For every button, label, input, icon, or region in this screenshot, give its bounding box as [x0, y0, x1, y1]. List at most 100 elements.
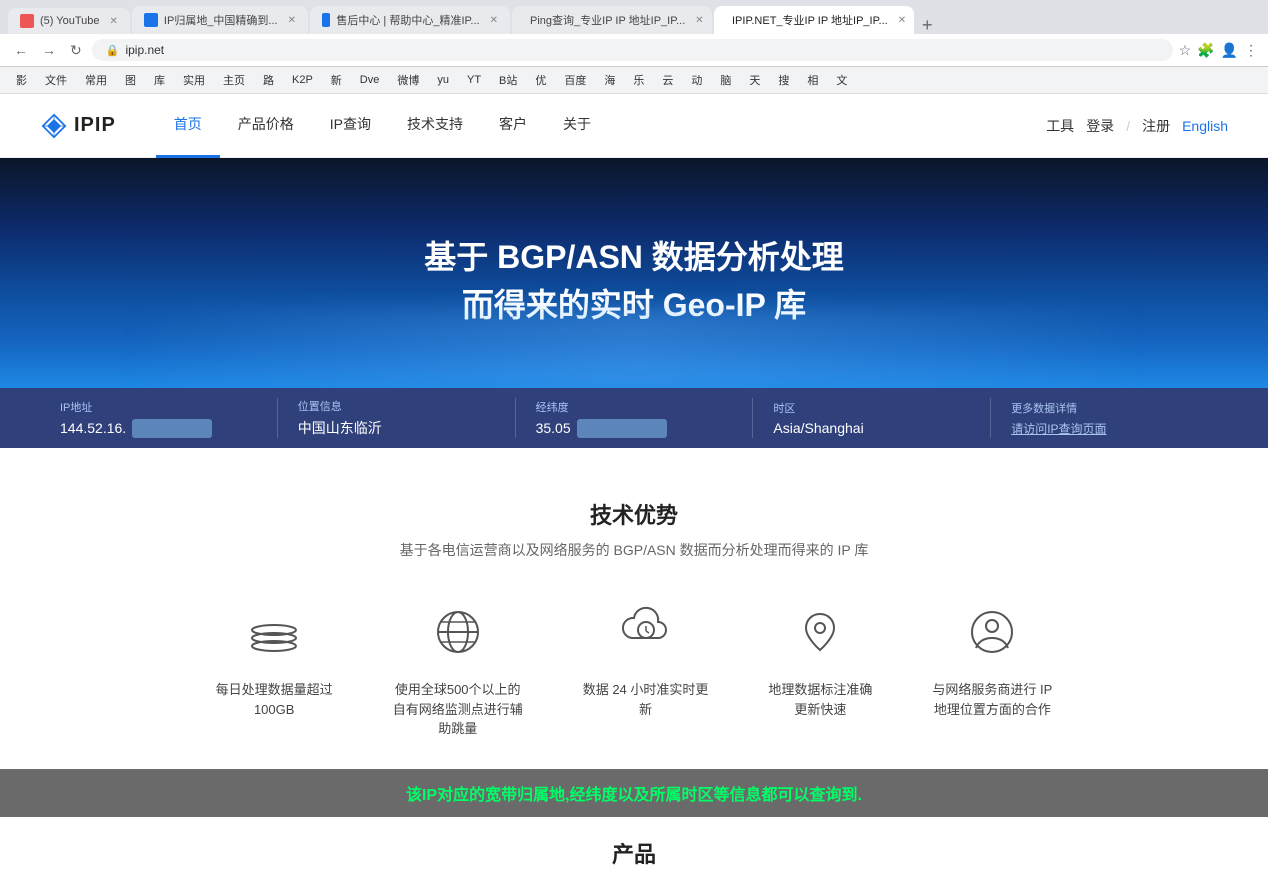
products-title: 产品 [20, 837, 1248, 869]
bookmark-you[interactable]: 优 [529, 70, 552, 90]
bookmark-zhu[interactable]: 主页 [217, 70, 251, 90]
tab-4[interactable]: Ping查询_专业IP IP 地址IP_IP... ✕ [512, 6, 712, 34]
reload-button[interactable]: ↻ [66, 40, 86, 61]
ip-label-coords: 经纬度 [536, 399, 733, 415]
back-button[interactable]: ← [10, 40, 32, 60]
nav-about[interactable]: 关于 [545, 94, 609, 158]
nav-right: 工具 登录 / 注册 English [1046, 116, 1228, 136]
tab-close[interactable]: ✕ [288, 15, 296, 26]
ip-field-coords: 经纬度 35.05 [536, 399, 733, 438]
extensions-btn[interactable]: 🧩 [1197, 42, 1214, 59]
nav-ip-query[interactable]: IP查询 [312, 94, 389, 158]
ip-address-input[interactable] [132, 419, 212, 438]
bookmark-b[interactable]: B站 [493, 70, 523, 90]
tab-label: IPIP.NET_专业IP IP 地址IP_IP... [732, 12, 888, 28]
tab-youtube[interactable]: (5) YouTube ✕ [8, 8, 130, 34]
tab-2[interactable]: IP归属地_中国精确到... ✕ [132, 6, 308, 34]
bookmark-yu[interactable]: yu [431, 72, 455, 88]
globe-icon [426, 600, 490, 664]
feature-text-1: 使用全球500个以上的 自有网络监测点进行辅 助跳量 [393, 680, 523, 739]
nav-home[interactable]: 首页 [156, 94, 220, 158]
logo-icon [40, 112, 68, 140]
bookmark-hai[interactable]: 海 [598, 70, 621, 90]
hero-title-line1: 基于 BGP/ASN 数据分析处理 [424, 233, 844, 281]
ip-coords-input[interactable] [577, 419, 667, 438]
tech-desc: 基于各电信运营商以及网络服务的 BGP/ASN 数据而分析处理而得来的 IP 库 [80, 540, 1188, 560]
nav-tech-support[interactable]: 技术支持 [389, 94, 481, 158]
ip-divider-2 [515, 398, 516, 438]
ip-label-timezone: 时区 [773, 400, 970, 416]
bookmark-shi[interactable]: 实用 [177, 70, 211, 90]
tab-label: IP归属地_中国精确到... [164, 12, 278, 28]
bookmark-ying[interactable]: 影 [10, 70, 33, 90]
bookmarks-bar: 影 文件 常用 图 库 实用 主页 路 K2P 新 Dve 微博 yu YT B… [0, 67, 1268, 94]
feature-text-4: 与网络服务商进行 IP 地理位置方面的合作 [932, 680, 1052, 719]
ip-info-bar: IP地址 144.52.16. 位置信息 中国山东临沂 经纬度 35.05 时区… [0, 388, 1268, 448]
nav-divider: / [1126, 118, 1130, 134]
bookmark-xiang[interactable]: 相 [801, 70, 824, 90]
profile-btn[interactable]: 👤 [1221, 42, 1238, 59]
nav-tools[interactable]: 工具 [1046, 116, 1074, 136]
ip-value-coords: 35.05 [536, 419, 733, 438]
nav-pricing[interactable]: 产品价格 [220, 94, 312, 158]
bookmark-weibo[interactable]: 微博 [391, 70, 425, 90]
bookmark-wen[interactable]: 文件 [39, 70, 73, 90]
bottom-banner-text: 该IP对应的宽带归属地,经纬度以及所属时区等信息都可以查询到. [406, 787, 862, 804]
bookmark-dve[interactable]: Dve [354, 72, 386, 88]
bookmark-dong[interactable]: 动 [685, 70, 708, 90]
tab-close[interactable]: ✕ [110, 16, 118, 27]
ip-field-address: IP地址 144.52.16. [60, 399, 257, 438]
bookmark-chang[interactable]: 常用 [79, 70, 113, 90]
ip-coords-text: 35.05 [536, 420, 571, 436]
bookmark-k2p[interactable]: K2P [286, 72, 319, 88]
feature-text-2: 数据 24 小时准实时更 新 [583, 680, 709, 719]
browser-actions: ☆ 🧩 👤 ⋮ [1179, 42, 1258, 59]
bookmark-so[interactable]: 搜 [772, 70, 795, 90]
ip-divider-1 [277, 398, 278, 438]
bookmark-yun[interactable]: 云 [656, 70, 679, 90]
tab-3[interactable]: 售后中心 | 帮助中心_精准IP... ✕ [310, 6, 510, 34]
bookmark-lu[interactable]: 路 [257, 70, 280, 90]
bookmark-wen2[interactable]: 文 [830, 70, 853, 90]
pin-icon [788, 600, 852, 664]
ip-divider-3 [752, 398, 753, 438]
url-bar[interactable]: 🔒 ipip.net [92, 39, 1173, 61]
url-text: ipip.net [125, 43, 164, 57]
new-tab-button[interactable]: + [916, 16, 939, 34]
tab-favicon [20, 14, 34, 28]
ip-value-address: 144.52.16. [60, 419, 257, 438]
features-grid: 每日处理数据量超过 100GB 使用全球500个以上的 自有网络监测点进行辅 助… [80, 600, 1188, 739]
nav-register[interactable]: 注册 [1142, 116, 1170, 136]
bookmark-tian[interactable]: 天 [743, 70, 766, 90]
nav-login[interactable]: 登录 [1086, 116, 1114, 136]
bookmark-le[interactable]: 乐 [627, 70, 650, 90]
hero-section: 基于 BGP/ASN 数据分析处理 而得来的实时 Geo-IP 库 [0, 158, 1268, 388]
tab-close[interactable]: ✕ [898, 15, 906, 26]
bookmark-baidu[interactable]: 百度 [558, 70, 592, 90]
bookmark-nao[interactable]: 脑 [714, 70, 737, 90]
tab-close[interactable]: ✕ [695, 15, 703, 26]
nav-customers[interactable]: 客户 [481, 94, 545, 158]
tab-label: Ping查询_专业IP IP 地址IP_IP... [530, 12, 685, 28]
clock-cloud-icon [614, 600, 678, 664]
feature-data-volume: 每日处理数据量超过 100GB [216, 600, 333, 739]
ip-value-timezone: Asia/Shanghai [773, 420, 970, 436]
tab-close[interactable]: ✕ [490, 15, 498, 26]
nav-english[interactable]: English [1182, 118, 1228, 134]
ip-label-location: 位置信息 [298, 398, 495, 414]
bookmark-yt[interactable]: YT [461, 72, 487, 88]
bookmark-ku[interactable]: 库 [148, 70, 171, 90]
forward-button[interactable]: → [38, 40, 60, 60]
ip-value-more: 请访问IP查询页面 [1011, 420, 1208, 437]
feature-accuracy: 地理数据标注准确 更新快速 [768, 600, 872, 739]
tab-5-active[interactable]: IPIP.NET_专业IP IP 地址IP_IP... ✕ [714, 6, 914, 34]
feature-text-0: 每日处理数据量超过 100GB [216, 680, 333, 719]
bookmark-star[interactable]: ☆ [1179, 42, 1192, 59]
bookmark-tu[interactable]: 图 [119, 70, 142, 90]
ip-more-link[interactable]: 请访问IP查询页面 [1011, 420, 1106, 437]
ip-field-timezone: 时区 Asia/Shanghai [773, 400, 970, 436]
ip-field-more: 更多数据详情 请访问IP查询页面 [1011, 400, 1208, 437]
bookmark-xin[interactable]: 新 [325, 70, 348, 90]
hero-title: 基于 BGP/ASN 数据分析处理 而得来的实时 Geo-IP 库 [424, 233, 844, 329]
menu-btn[interactable]: ⋮ [1244, 42, 1258, 59]
